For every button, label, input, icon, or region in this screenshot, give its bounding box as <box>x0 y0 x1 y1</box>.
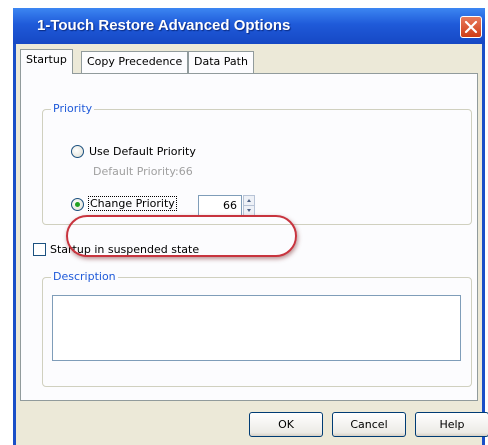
priority-value-text: 66 <box>223 199 237 212</box>
ok-button[interactable]: OK <box>249 412 323 437</box>
default-priority-hint: Default Priority:66 <box>93 165 193 178</box>
priority-value-input[interactable]: 66 <box>198 195 242 216</box>
startup-suspended-checkbox[interactable] <box>33 243 46 256</box>
spin-arrows-icon <box>244 199 254 212</box>
description-textarea[interactable] <box>52 295 461 361</box>
cancel-button[interactable]: Cancel <box>332 412 406 437</box>
description-group-legend: Description <box>51 270 118 283</box>
tab-startup[interactable]: Startup <box>20 49 73 74</box>
dialog-client-area: Startup Copy Precedence Data Path Priori… <box>16 44 488 445</box>
change-priority-label[interactable]: Change Priority <box>88 196 177 211</box>
change-priority-radio[interactable] <box>71 198 84 211</box>
radio-selected-dot <box>75 202 80 207</box>
tab-data-path[interactable]: Data Path <box>188 51 254 73</box>
priority-group-legend: Priority <box>51 102 95 115</box>
priority-spinner-buttons[interactable] <box>243 195 255 216</box>
window-title: 1-Touch Restore Advanced Options <box>37 17 291 34</box>
help-button[interactable]: Help <box>415 412 488 437</box>
close-button[interactable] <box>460 16 482 38</box>
use-default-priority-label[interactable]: Use Default Priority <box>89 145 196 158</box>
tab-copy-precedence[interactable]: Copy Precedence <box>81 51 189 73</box>
dialog-window: 1-Touch Restore Advanced Options Startup… <box>13 8 488 445</box>
annotation-highlight-ring <box>66 215 297 257</box>
close-icon <box>464 20 478 34</box>
use-default-priority-radio[interactable] <box>71 145 84 158</box>
title-bar[interactable]: 1-Touch Restore Advanced Options <box>13 8 485 44</box>
